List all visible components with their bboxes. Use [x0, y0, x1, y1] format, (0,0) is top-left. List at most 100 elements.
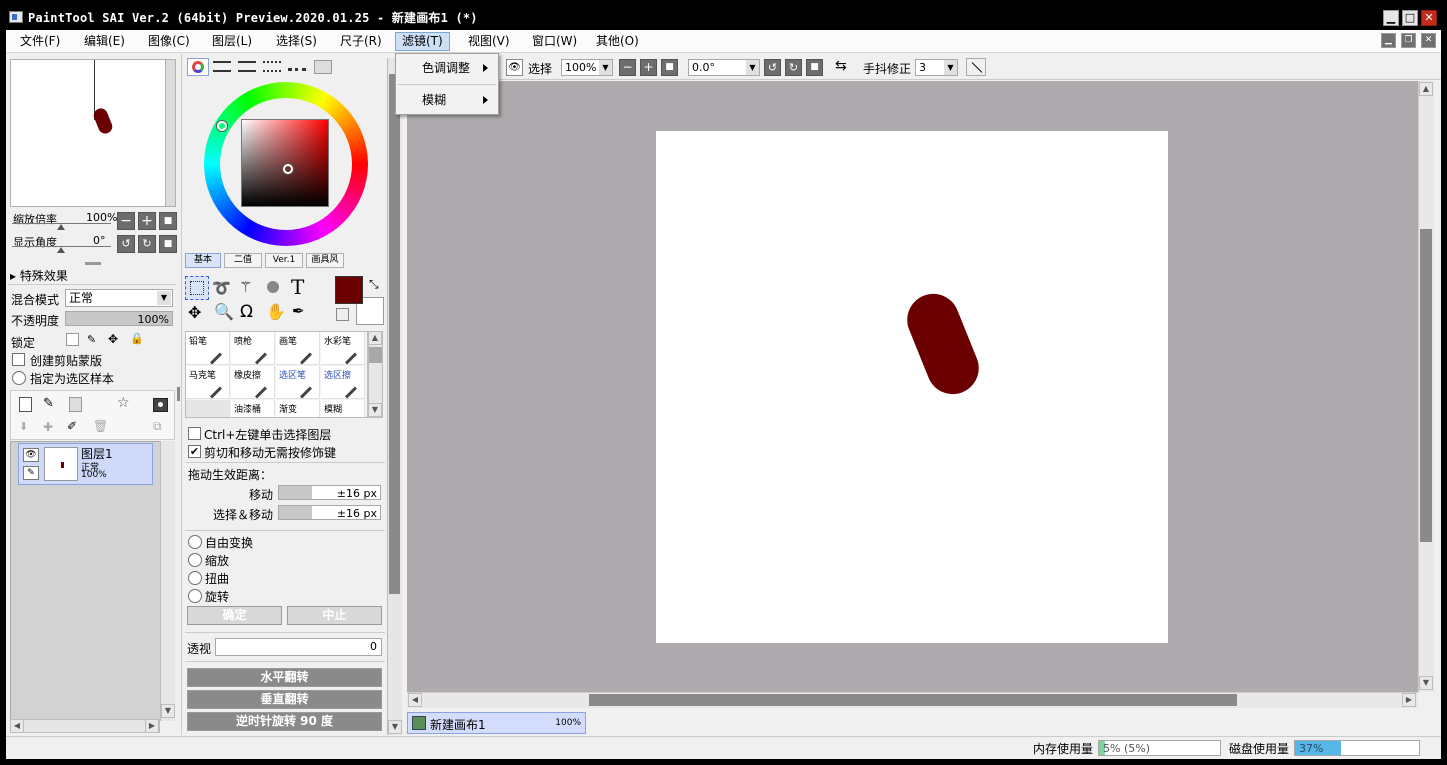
copy-layer-icon[interactable]: ✚ — [43, 420, 53, 434]
canvas-scroll-right-icon[interactable]: ▶ — [1402, 693, 1416, 707]
menu-view[interactable]: 视图(V) — [462, 32, 516, 51]
menu-item-blur[interactable]: 模糊 — [396, 87, 498, 113]
brush-scroll-down-icon[interactable]: ▼ — [368, 403, 382, 417]
color-wheel-mode-button[interactable] — [187, 58, 209, 76]
brush-brush[interactable]: 画笔 — [276, 332, 320, 365]
clear-layer-icon[interactable]: ✐ — [67, 419, 77, 433]
move-distance-slider[interactable]: ±16 px — [278, 485, 381, 500]
opacity-slider[interactable]: 100% — [65, 311, 173, 326]
hand-tool[interactable]: ✋ — [266, 302, 286, 321]
hsv-slider-mode-button[interactable] — [238, 61, 256, 72]
brush-scroll-thumb[interactable] — [369, 347, 382, 363]
foreground-color-swatch[interactable] — [335, 276, 363, 304]
rgb-slider-mode-button[interactable] — [213, 61, 231, 72]
canvas-tab[interactable]: 新建画布1 100% — [407, 712, 586, 734]
ctrl-click-checkbox[interactable] — [188, 427, 201, 440]
new-layer-icon[interactable] — [19, 397, 32, 412]
layer-list-scrollbar[interactable] — [160, 441, 175, 721]
menu-layer[interactable]: 图层(L) — [206, 32, 258, 51]
swatch-mode-button[interactable] — [288, 62, 306, 71]
panel-splitter-handle[interactable] — [85, 262, 101, 265]
left-splitter[interactable] — [177, 387, 180, 401]
eye-icon[interactable]: 👁 — [506, 59, 523, 76]
menu-image[interactable]: 图像(C) — [142, 32, 196, 51]
new-mask-icon[interactable] — [153, 398, 168, 412]
canvas-hscroll-thumb[interactable] — [589, 694, 1237, 706]
brush-pencil[interactable]: 铅笔 — [186, 332, 230, 365]
rect-select-tool[interactable] — [185, 276, 209, 300]
magic-wand-tool[interactable]: ⚚ — [239, 278, 252, 296]
toolbar-zoom-reset-button[interactable]: ■ — [661, 59, 678, 76]
perspective-input[interactable]: 0 — [215, 638, 382, 656]
menu-select[interactable]: 选择(S) — [270, 32, 323, 51]
toolbar-rotate-right-button[interactable]: ↻ — [785, 59, 802, 76]
scale-radio[interactable] — [188, 553, 202, 567]
color-tab-paint[interactable]: 画具风 — [306, 253, 344, 268]
menu-edit[interactable]: 编辑(E) — [78, 32, 131, 51]
new-pen-layer-icon[interactable]: ✎ — [43, 396, 54, 411]
chevron-down-icon[interactable]: ▼ — [746, 60, 759, 75]
effects-header[interactable]: ▸ 特殊效果 — [10, 267, 68, 284]
menu-item-tone-adjust[interactable]: 色调调整 — [396, 55, 498, 81]
sv-picker-handle[interactable] — [283, 164, 293, 174]
toolbar-angle-reset-button[interactable]: ■ — [806, 59, 823, 76]
toolbar-rotate-left-button[interactable]: ↺ — [764, 59, 781, 76]
lasso-tool[interactable]: ➰ — [212, 279, 231, 297]
trash-icon[interactable]: 🗑 — [93, 419, 108, 433]
minimize-icon[interactable]: ▁ — [1383, 10, 1399, 26]
navigator-preview[interactable] — [10, 59, 176, 207]
color-tab-binary[interactable]: 二值 — [224, 253, 262, 268]
toolbar-zoom-in-button[interactable]: + — [640, 59, 657, 76]
brush-eraser[interactable]: 橡皮擦 — [231, 366, 275, 399]
lock-paint-icon[interactable]: ✎ — [87, 333, 96, 346]
zoom-reset-button[interactable]: ■ — [159, 212, 177, 230]
transparent-color-icon[interactable] — [336, 308, 349, 321]
chevron-down-icon[interactable]: ▼ — [944, 60, 957, 75]
doc-restore-icon[interactable]: ❐ — [1401, 33, 1416, 48]
menu-window[interactable]: 窗口(W) — [526, 32, 583, 51]
lock-transparency-icon[interactable] — [66, 333, 79, 346]
rotate-view-tool[interactable]: Ω — [240, 302, 253, 322]
layer-scroll-left-icon[interactable]: ◀ — [10, 719, 24, 733]
brush-gradient[interactable]: 渐变 — [276, 400, 320, 417]
transform-cancel-button[interactable]: 中止 — [287, 606, 382, 625]
eye-icon[interactable]: 👁 — [23, 448, 39, 462]
selection-sample-radio[interactable] — [12, 371, 26, 385]
brush-empty-slot[interactable] — [186, 400, 230, 417]
brush-select-eraser[interactable]: 选区擦 — [321, 366, 365, 399]
doc-minimize-icon[interactable]: ▁ — [1381, 33, 1396, 48]
brush-marker[interactable]: 马克笔 — [186, 366, 230, 399]
zoom-in-button[interactable]: + — [138, 212, 156, 230]
zoom-tool[interactable]: 🔍 — [214, 302, 234, 321]
free-transform-radio[interactable] — [188, 535, 202, 549]
layer-row[interactable]: 👁 ✎ 图层1 正常 100% — [18, 443, 153, 485]
brush-scroll-up-icon[interactable]: ▲ — [368, 331, 382, 345]
distort-radio[interactable] — [188, 571, 202, 585]
color-tab-ver1[interactable]: Ver.1 — [265, 253, 303, 268]
menu-ruler[interactable]: 尺子(R) — [334, 32, 388, 51]
tool-scroll-down-icon[interactable]: ▼ — [388, 720, 402, 734]
blend-mode-select[interactable]: 正常 ▼ — [65, 289, 173, 307]
swap-colors-icon[interactable]: ⤡ — [369, 277, 379, 292]
flip-horizontal-button[interactable]: 水平翻转 — [187, 668, 382, 687]
brush-icon[interactable]: ✎ — [23, 466, 39, 480]
select-move-distance-slider[interactable]: ±16 px — [278, 505, 381, 520]
merge-down-icon[interactable]: ⬇ — [19, 420, 28, 433]
clip-mask-checkbox[interactable] — [12, 353, 25, 366]
angle-slider-handle[interactable] — [57, 247, 65, 253]
layer-scroll-down-icon[interactable]: ▼ — [161, 704, 175, 718]
flip-view-icon[interactable]: ⇆ — [835, 58, 847, 74]
navigator-scrollbar[interactable] — [165, 59, 176, 207]
zoom-slider-handle[interactable] — [57, 224, 65, 230]
color-tab-basic[interactable]: 基本 — [185, 253, 221, 268]
doc-close-icon[interactable]: ✕ — [1421, 33, 1436, 48]
menu-file[interactable]: 文件(F) — [14, 32, 66, 51]
zoom-out-button[interactable]: − — [117, 212, 135, 230]
brush-blur[interactable]: 模糊 — [321, 400, 365, 417]
brush-bucket[interactable]: 油漆桶 — [231, 400, 275, 417]
rotate-left-button[interactable]: ↺ — [117, 235, 135, 253]
saturation-value-box[interactable] — [241, 119, 329, 207]
lock-all-icon[interactable]: 🔒 — [130, 332, 144, 345]
cut-move-checkbox[interactable]: ✔ — [188, 445, 201, 458]
straight-line-icon[interactable] — [966, 58, 986, 76]
